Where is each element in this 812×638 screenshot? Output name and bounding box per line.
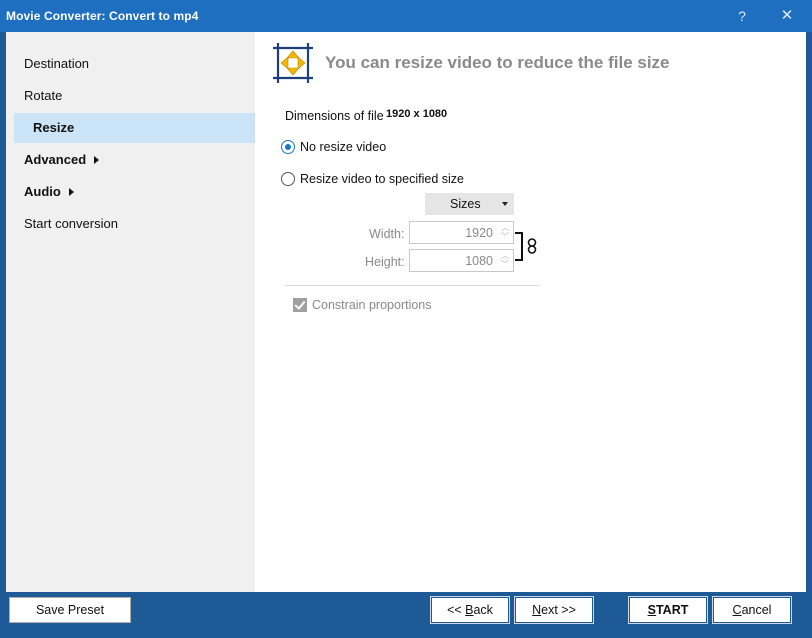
caret-down-icon xyxy=(502,202,508,206)
width-label: Width: xyxy=(369,227,405,241)
constrain-proportions-label[interactable]: Constrain proportions xyxy=(312,298,432,312)
sidebar-item-advanced[interactable]: Advanced xyxy=(8,145,249,175)
sidebar-item-audio[interactable]: Audio xyxy=(8,177,249,207)
no-resize-radio[interactable] xyxy=(281,140,295,154)
sidebar-item-label: Resize xyxy=(33,120,75,135)
width-value: 1920 xyxy=(465,226,493,240)
height-stepper[interactable]: 1080 ︿ ﹀ xyxy=(409,249,514,272)
divider xyxy=(285,285,540,286)
sidebar-item-label: Advanced xyxy=(24,152,87,167)
sizes-dropdown[interactable]: Sizes xyxy=(425,193,514,215)
sidebar-item-start-conversion[interactable]: Start conversion xyxy=(8,209,249,239)
back-rest: ack xyxy=(473,603,493,617)
chevron-right-icon xyxy=(94,156,100,164)
sidebar-item-rotate[interactable]: Rotate xyxy=(8,81,249,111)
constrain-proportions-checkbox[interactable] xyxy=(293,298,307,312)
chain-link-icon[interactable] xyxy=(526,238,538,254)
window-title: Movie Converter: Convert to mp4 xyxy=(6,9,199,23)
stepper-arrows-icon[interactable]: ︿ ﹀ xyxy=(499,223,511,242)
dimensions-value: 1920 x 1080 xyxy=(386,108,448,120)
next-button[interactable]: Next >> xyxy=(514,596,594,624)
start-rest: TART xyxy=(655,603,689,617)
back-prefix: << xyxy=(447,603,466,617)
dimensions-label: Dimensions of file xyxy=(285,109,384,123)
width-stepper[interactable]: 1920 ︿ ﹀ xyxy=(409,221,514,244)
next-accel: N xyxy=(532,603,542,617)
sidebar-item-label: Audio xyxy=(24,184,61,199)
resize-specified-label[interactable]: Resize video to specified size xyxy=(300,172,464,186)
page-title: You can resize video to reduce the file … xyxy=(325,53,670,72)
no-resize-label[interactable]: No resize video xyxy=(300,140,386,154)
sidebar-item-resize[interactable]: Resize xyxy=(14,113,255,143)
sidebar-item-destination[interactable]: Destination xyxy=(8,49,249,79)
resize-specified-radio[interactable] xyxy=(281,172,295,186)
stepper-arrows-icon[interactable]: ︿ ﹀ xyxy=(499,251,511,270)
sidebar-item-label: Start conversion xyxy=(24,216,118,231)
chevron-right-icon xyxy=(68,188,74,196)
next-rest: ext >> xyxy=(541,603,576,617)
back-button[interactable]: << Back xyxy=(430,596,510,624)
close-button[interactable]: ✕ xyxy=(775,6,799,26)
aspect-link-bracket xyxy=(515,232,523,261)
height-value: 1080 xyxy=(465,254,493,268)
resize-icon xyxy=(273,43,313,83)
save-preset-button[interactable]: Save Preset xyxy=(9,597,131,623)
cancel-rest: ancel xyxy=(741,603,772,617)
title-bar: Movie Converter: Convert to mp4 ? ✕ xyxy=(0,0,812,32)
sizes-dropdown-label: Sizes xyxy=(450,197,481,211)
sidebar-item-label: Destination xyxy=(24,56,90,71)
start-accel: S xyxy=(647,603,656,617)
sidebar-item-label: Rotate xyxy=(24,88,63,103)
height-label: Height: xyxy=(365,255,405,269)
cancel-accel: C xyxy=(732,603,742,617)
start-button[interactable]: START xyxy=(628,596,708,624)
cancel-button[interactable]: Cancel xyxy=(712,596,792,624)
help-button[interactable]: ? xyxy=(730,6,754,26)
